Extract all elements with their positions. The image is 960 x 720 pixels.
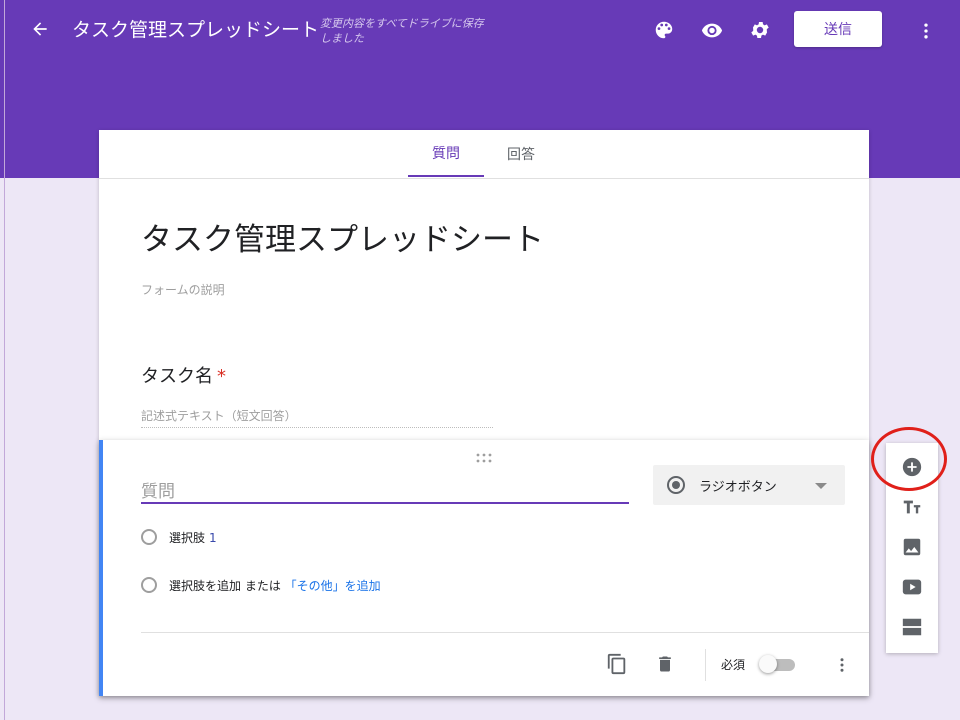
drag-handle-icon[interactable] (475, 448, 493, 463)
tab-responses[interactable]: 回答 (494, 130, 548, 177)
duplicate-icon[interactable] (605, 652, 629, 676)
question-type-dropdown[interactable]: ラジオボタン (653, 465, 845, 505)
side-toolbar (886, 443, 938, 653)
add-option-radio-icon (141, 577, 157, 593)
send-button[interactable]: 送信 (794, 11, 882, 47)
footer-vertical-divider (705, 649, 706, 681)
trash-icon[interactable] (653, 652, 677, 676)
question-type-label: ラジオボタン (699, 480, 777, 495)
tab-questions[interactable]: 質問 (408, 130, 484, 177)
title-text-icon[interactable] (900, 495, 924, 519)
active-indicator (99, 440, 103, 696)
save-status: 変更内容をすべてドライブに保存しました (320, 17, 484, 45)
question-editor-card[interactable]: 質問 ラジオボタン 選択肢 1 選択肢を追加 または 「その他」を追加 必須 (99, 440, 869, 696)
window-edge (4, 0, 5, 720)
add-other-link[interactable]: 「その他」を追加 (285, 579, 381, 593)
required-label: 必須 (721, 658, 746, 672)
add-question-icon[interactable] (900, 455, 924, 479)
form-description-field[interactable]: フォームの説明 (141, 281, 225, 298)
image-icon[interactable] (900, 535, 924, 559)
radio-button-icon (667, 476, 685, 494)
option-label: 選択肢 (169, 531, 206, 545)
question-title-text: タスク名 (141, 366, 213, 387)
caret-down-icon (815, 483, 827, 489)
option-item[interactable]: 選択肢 1 (169, 529, 217, 546)
required-asterisk: * (217, 366, 226, 387)
add-option-link[interactable]: 選択肢を追加 (169, 579, 241, 593)
or-text: または (241, 579, 285, 593)
short-answer-placeholder: 記述式テキスト（短文回答） (141, 407, 493, 428)
more-options-icon[interactable] (831, 653, 853, 677)
more-vert-icon[interactable] (914, 19, 938, 43)
section-icon[interactable] (900, 615, 924, 639)
gear-icon[interactable] (748, 18, 772, 42)
eye-icon[interactable] (700, 18, 724, 42)
required-toggle[interactable] (759, 655, 797, 675)
form-title[interactable]: タスク管理スプレッドシート (141, 214, 544, 259)
palette-icon[interactable] (652, 18, 676, 42)
footer-divider (141, 632, 869, 633)
option-number: 1 (209, 531, 217, 545)
back-arrow-icon[interactable] (28, 17, 52, 41)
add-option-row: 選択肢を追加 または 「その他」を追加 (169, 577, 381, 594)
video-icon[interactable] (900, 575, 924, 599)
option-radio-icon (141, 529, 157, 545)
question-title[interactable]: タスク名 * (141, 362, 226, 388)
question-title-input[interactable]: 質問 (141, 476, 629, 504)
toggle-knob (759, 655, 777, 673)
tab-bar: 質問 回答 (99, 130, 869, 179)
app-title: タスク管理スプレッドシート (72, 19, 320, 41)
